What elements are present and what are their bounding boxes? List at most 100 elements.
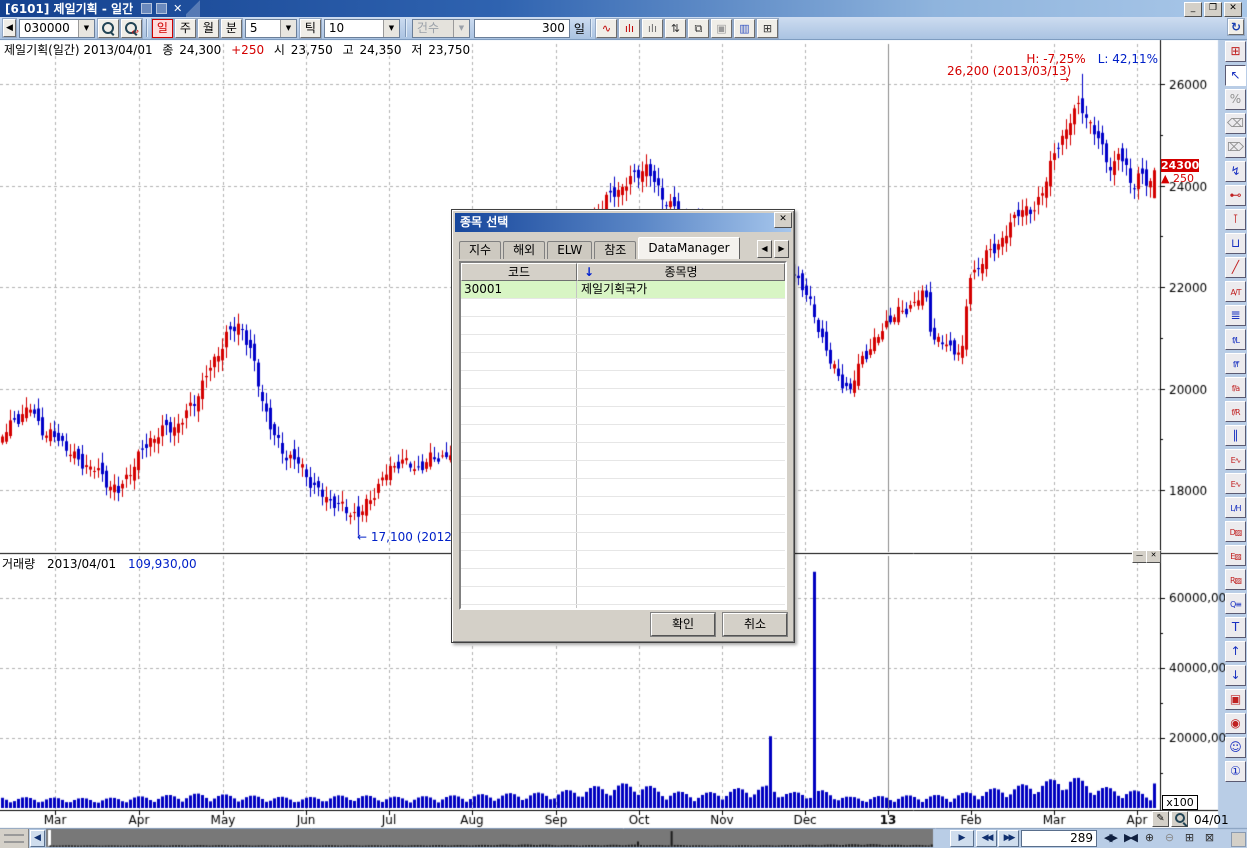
zoom-in-icon[interactable]: ⊕ xyxy=(1140,830,1159,847)
price-channel-icon[interactable]: ⊔ xyxy=(1225,233,1246,254)
dialog-tab-해외[interactable]: 해외 xyxy=(503,241,545,259)
chevron-down-icon[interactable]: ▼ xyxy=(280,20,296,37)
resize-grip[interactable] xyxy=(1231,832,1246,847)
empty-row xyxy=(461,371,785,389)
collapse-left-button[interactable]: ◀ xyxy=(3,19,16,37)
splitter-handle[interactable] xyxy=(0,829,29,848)
page-forward-button[interactable]: ▶▶ xyxy=(998,830,1019,847)
rectangle-tool-icon[interactable]: ▣ xyxy=(1225,689,1246,710)
fibonacci-line-icon[interactable]: f/L xyxy=(1225,329,1246,350)
chevron-down-icon[interactable]: ▼ xyxy=(78,20,94,37)
period-button-분[interactable]: 분 xyxy=(221,19,242,38)
trend-line-icon[interactable]: ↯ xyxy=(1225,161,1246,182)
change-value: +250 xyxy=(231,43,264,57)
volume-value: 109,930,00 xyxy=(128,557,197,571)
search-button[interactable] xyxy=(98,19,119,38)
low-percent-label: L: 42,11% xyxy=(1098,52,1158,66)
pattern-d-icon[interactable]: D▨ xyxy=(1225,521,1246,542)
tick-count-combo[interactable]: 10 ▼ xyxy=(324,19,400,38)
column-header-코드[interactable]: 코드 xyxy=(461,263,577,281)
elliott-wave-icon[interactable]: E∿ xyxy=(1225,449,1246,470)
copy-chart-icon-button[interactable]: ⧉ xyxy=(688,19,709,38)
empty-row xyxy=(461,461,785,479)
data-grid-icon-button[interactable]: ⊞ xyxy=(757,19,778,38)
dialog-close-button[interactable]: ✕ xyxy=(774,212,792,228)
ok-button[interactable]: 확인 xyxy=(651,613,715,636)
erase-one-icon[interactable]: ⌫ xyxy=(1225,113,1246,134)
fibonacci-retracement-icon[interactable]: f/R xyxy=(1225,401,1246,422)
minute-combo[interactable]: 5 ▼ xyxy=(245,19,297,38)
dialog-tab-strip: 지수해외ELW참조DataManager xyxy=(459,238,742,259)
circle-tool-icon[interactable]: ◉ xyxy=(1225,713,1246,734)
dialog-tab-참조[interactable]: 참조 xyxy=(594,241,636,259)
search-recent-button[interactable] xyxy=(121,19,142,38)
period-button-일[interactable]: 일 xyxy=(152,19,173,38)
percent-measure-icon[interactable]: % xyxy=(1225,89,1246,110)
smiley-tool-icon[interactable]: ☺ xyxy=(1225,737,1246,758)
pattern-e-icon[interactable]: E▨ xyxy=(1225,545,1246,566)
close-pane-icon[interactable]: ⊠ xyxy=(1200,830,1219,847)
stock-row-30001[interactable]: 30001제일기획국가 xyxy=(461,281,785,299)
arrow-down-marker-icon[interactable]: ↓ xyxy=(1225,665,1246,686)
volume-pane-close-button[interactable]: ✕ xyxy=(1146,550,1161,563)
scroll-left-button[interactable]: ◀ xyxy=(30,830,45,847)
chart-grid-icon[interactable]: ⊞ xyxy=(1180,830,1199,847)
dialog-title-bar[interactable]: 종목 선택 xyxy=(455,213,791,232)
empty-row xyxy=(461,605,785,610)
erase-all-icon[interactable]: ⌦ xyxy=(1225,137,1246,158)
tab-scroll-right-button[interactable]: ▶ xyxy=(774,240,789,258)
dialog-tab-지수[interactable]: 지수 xyxy=(459,241,501,259)
line-chart-style-icon-button[interactable]: ∿ xyxy=(596,19,617,38)
page-back-button[interactable]: ◀◀ xyxy=(976,830,997,847)
pattern-r-icon[interactable]: R▨ xyxy=(1225,569,1246,590)
draw-mode-button[interactable]: ✎ xyxy=(1152,811,1169,827)
tab-state-icon xyxy=(156,3,167,14)
capture-chart-icon-button[interactable]: ▣ xyxy=(711,19,732,38)
fibonacci-fan-icon[interactable]: f/f xyxy=(1225,353,1246,374)
low-high-marker-icon[interactable]: L/H xyxy=(1225,497,1246,518)
arrow-up-marker-icon[interactable]: ↑ xyxy=(1225,641,1246,662)
fibonacci-arc-icon[interactable]: f/a xyxy=(1225,377,1246,398)
quote-note-icon[interactable]: Q≡ xyxy=(1225,593,1246,614)
volume-pane-minimize-button[interactable]: — xyxy=(1132,550,1147,563)
period-button-월[interactable]: 월 xyxy=(198,19,219,38)
tab-scroll-left-button[interactable]: ◀ xyxy=(757,240,772,258)
number-marker-icon[interactable]: ① xyxy=(1225,761,1246,782)
restore-button[interactable]: ❐ xyxy=(1204,2,1222,17)
collapse-bars-icon[interactable]: ▶◀ xyxy=(1120,830,1139,847)
tick-button[interactable]: 틱 xyxy=(300,19,321,38)
bars-count-input[interactable]: 300 xyxy=(474,19,570,38)
scroll-right-button[interactable]: ▶ xyxy=(950,830,974,847)
stock-code-combo[interactable]: 030000 ▼ xyxy=(19,19,95,38)
minimize-button[interactable]: _ xyxy=(1184,2,1202,17)
close-tab-icon[interactable]: ✕ xyxy=(173,1,182,16)
dialog-tab-DataManager[interactable]: DataManager xyxy=(638,237,739,259)
column-header-종목명[interactable]: 종목명↓ xyxy=(577,263,785,281)
diagonal-line-icon[interactable]: ╱ xyxy=(1225,257,1246,278)
visible-bars-input[interactable]: 289 xyxy=(1021,830,1097,847)
refresh-button[interactable]: ↻ xyxy=(1228,19,1244,35)
horizontal-line-icon[interactable]: ⊷ xyxy=(1225,185,1246,206)
sort-order-icon-button[interactable]: ⇅ xyxy=(665,19,686,38)
volume-style-icon-button[interactable]: ılı xyxy=(642,19,663,38)
close-button[interactable]: ✕ xyxy=(1224,2,1242,17)
elliott-wave-alt-icon[interactable]: E∿ xyxy=(1225,473,1246,494)
price-header: 제일기획(일간) 2013/04/01 종 24,300 +250 시 23,7… xyxy=(4,41,476,58)
pointer-tool-icon[interactable]: ↖ xyxy=(1225,65,1246,86)
cancel-button[interactable]: 취소 xyxy=(723,613,787,636)
title-bar: [6101] 제일기획 - 일간 ✕ _ ❐ ✕ xyxy=(0,0,1247,17)
multi-line-icon[interactable]: ≣ xyxy=(1225,305,1246,326)
period-button-주[interactable]: 주 xyxy=(175,19,196,38)
zoom-mode-button[interactable] xyxy=(1171,811,1188,827)
parallel-lines-icon[interactable]: ∥ xyxy=(1225,425,1246,446)
zoom-out-icon[interactable]: ⊖ xyxy=(1160,830,1179,847)
angle-text-icon[interactable]: A/T xyxy=(1225,281,1246,302)
bar-chart-style-icon-button[interactable]: ılı xyxy=(619,19,640,38)
vertical-line-icon[interactable]: ⊺ xyxy=(1225,209,1246,230)
dialog-tab-ELW[interactable]: ELW xyxy=(547,241,592,259)
linked-chart-icon[interactable]: ⊞ xyxy=(1225,41,1246,62)
expand-bars-icon[interactable]: ◀▶ xyxy=(1100,830,1119,847)
text-tool-icon[interactable]: T xyxy=(1225,617,1246,638)
new-chart-window-icon-button[interactable]: ▥ xyxy=(734,19,755,38)
chevron-down-icon[interactable]: ▼ xyxy=(383,20,399,37)
